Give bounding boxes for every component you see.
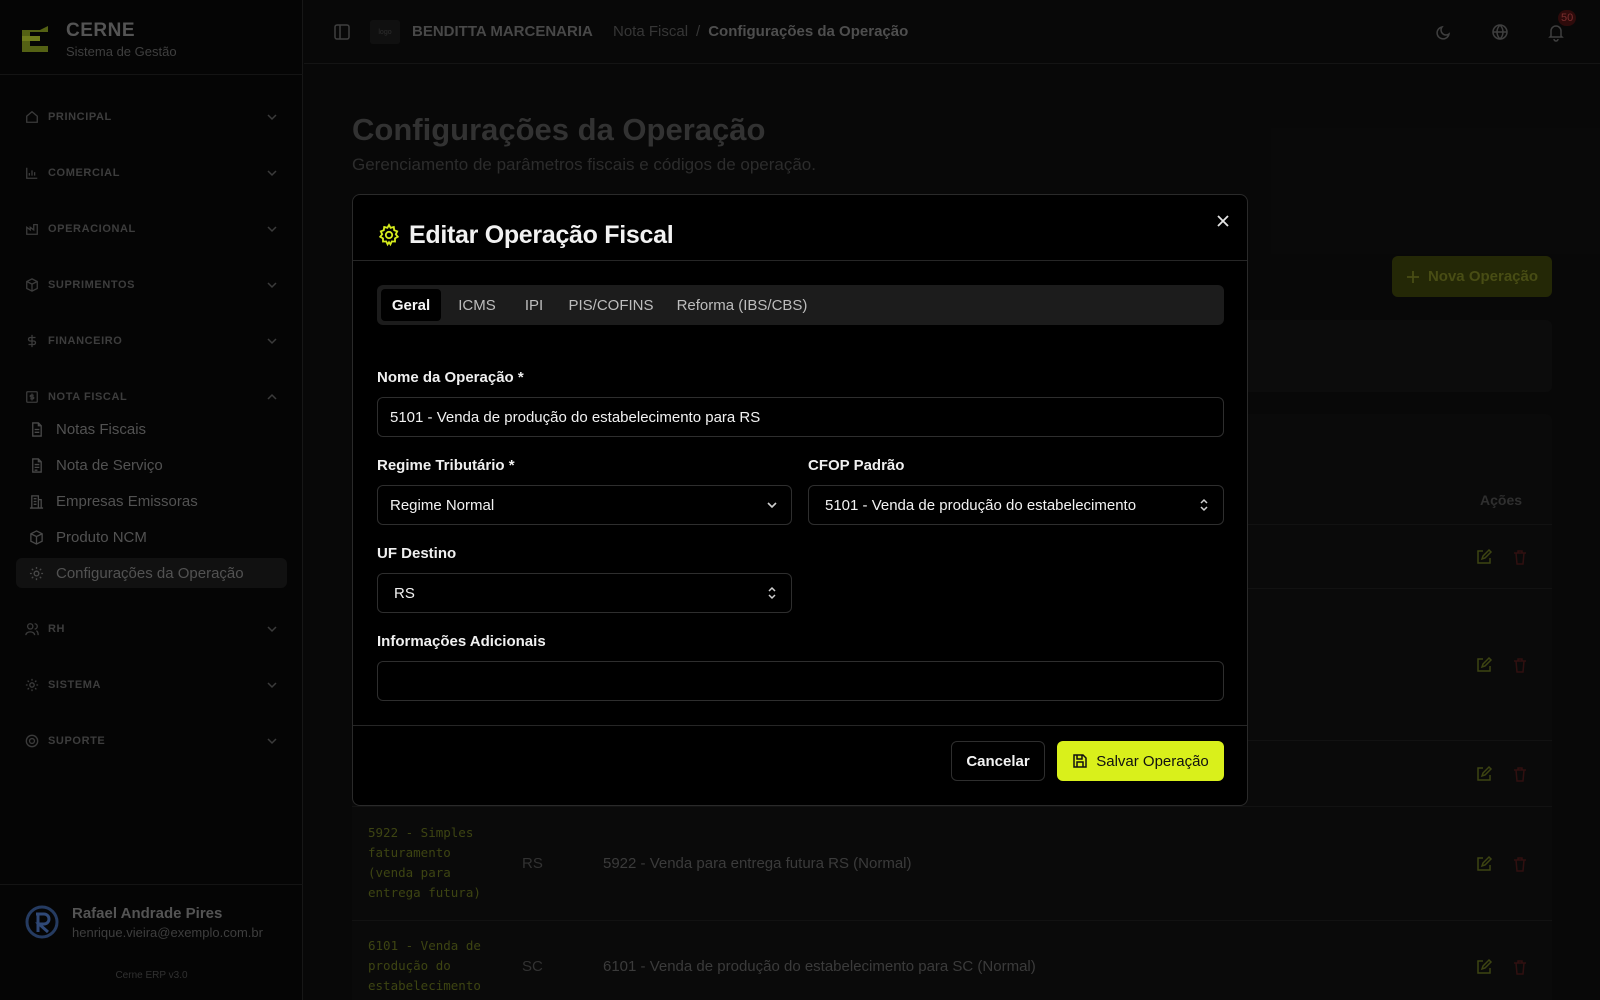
informacoes-adicionais-input[interactable] <box>377 661 1224 701</box>
tab-geral[interactable]: Geral <box>381 289 441 321</box>
regime-tributario-select[interactable]: Regime Normal <box>377 485 792 525</box>
tab-ipi[interactable]: IPI <box>511 289 557 321</box>
tab-icms[interactable]: ICMS <box>447 289 507 321</box>
tab-pis-cofins[interactable]: PIS/COFINS <box>561 289 661 321</box>
close-icon[interactable] <box>1215 213 1231 229</box>
nome-operacao-label: Nome da Operação * <box>377 369 524 386</box>
save-icon <box>1073 754 1087 768</box>
regime-tributario-value: Regime Normal <box>390 496 495 514</box>
save-operation-button[interactable]: Salvar Operação <box>1057 741 1224 781</box>
regime-tributario-label: Regime Tributário * <box>377 457 515 474</box>
nome-operacao-input[interactable] <box>377 397 1224 437</box>
dialog-title: Editar Operação Fiscal <box>409 221 674 249</box>
cfop-padrao-label: CFOP Padrão <box>808 457 905 474</box>
chevrons-up-down-icon <box>768 586 776 600</box>
save-operation-label: Salvar Operação <box>1096 752 1209 770</box>
dialog-header: Editar Operação Fiscal <box>353 195 1247 261</box>
cancel-button[interactable]: Cancelar <box>951 741 1045 781</box>
tab-reforma[interactable]: Reforma (IBS/CBS) <box>667 289 817 321</box>
gear-icon <box>378 223 400 247</box>
cfop-padrao-value: 5101 - Venda de produção do estabelecime… <box>825 496 1137 514</box>
chevron-down-icon <box>767 502 777 509</box>
informacoes-adicionais-label: Informações Adicionais <box>377 633 546 650</box>
uf-destino-value: RS <box>394 584 415 602</box>
tab-list: Geral ICMS IPI PIS/COFINS Reforma (IBS/C… <box>377 285 1224 325</box>
uf-destino-select[interactable]: RS <box>377 573 792 613</box>
divider <box>353 725 1247 726</box>
edit-operation-dialog: Editar Operação Fiscal Geral ICMS IPI PI… <box>352 194 1248 806</box>
cfop-padrao-select[interactable]: 5101 - Venda de produção do estabelecime… <box>808 485 1224 525</box>
chevrons-up-down-icon <box>1200 498 1208 512</box>
uf-destino-label: UF Destino <box>377 545 457 562</box>
